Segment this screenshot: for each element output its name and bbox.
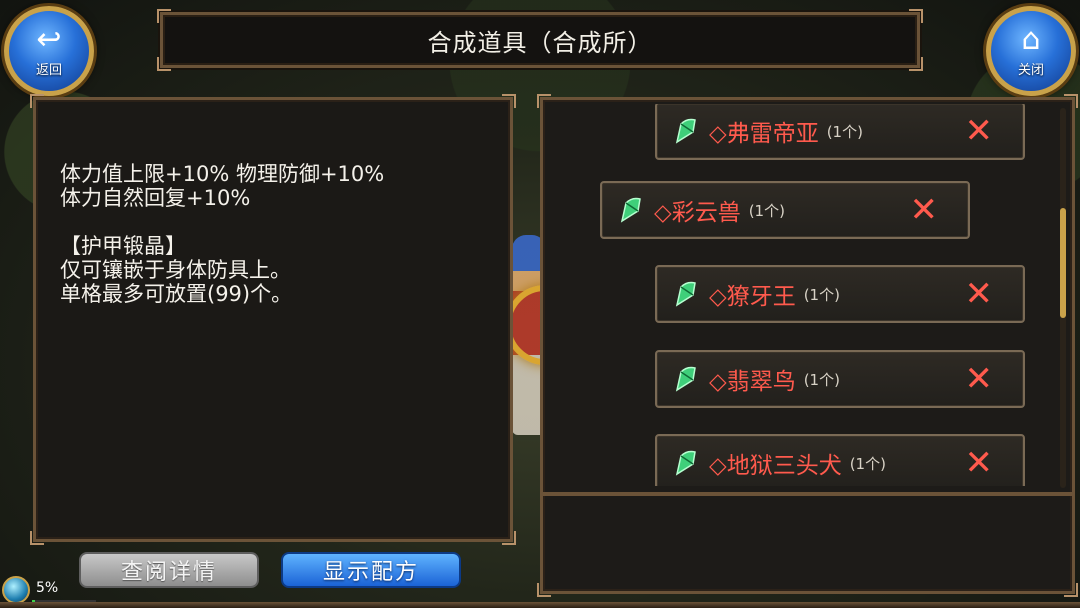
scroll-thumb[interactable] <box>1060 208 1066 318</box>
title-bar: 合成道具（合成所） <box>157 9 923 71</box>
close-label: 关闭 <box>1017 62 1044 78</box>
materials-panel: ◇弗雷帝亚 (1个) ✕ ◇彩云兽 (1个) ✕ ◇獠牙王 (1个) ✕ ◇翡翠… <box>537 94 1078 597</box>
show-recipe-button[interactable]: 显示配方 <box>281 552 461 588</box>
bottom-trim <box>0 602 1080 608</box>
item-name: ◇獠牙王 <box>709 284 796 310</box>
list-item[interactable]: ◇獠牙王 (1个) ✕ <box>655 265 1025 323</box>
item-qty: (1个) <box>849 454 886 473</box>
item-description: 体力值上限+10% 物理防御+10% 体力自然回复+10% 【护甲锻晶】 仅可镶… <box>60 162 385 306</box>
green-gem-icon <box>620 197 641 223</box>
item-name: ◇彩云兽 <box>654 200 741 226</box>
list-item[interactable]: ◇彩云兽 (1个) ✕ <box>600 181 970 239</box>
green-gem-icon <box>675 366 696 392</box>
x-icon[interactable]: ✕ <box>965 277 994 311</box>
back-button[interactable]: ↩ 返回 <box>4 6 94 96</box>
page-title: 合成道具（合成所） <box>427 28 653 57</box>
x-icon[interactable]: ✕ <box>965 362 994 396</box>
view-details-button[interactable]: 查阅详情 <box>79 552 259 588</box>
list-item[interactable]: ◇翡翠鸟 (1个) ✕ <box>655 350 1025 408</box>
green-gem-icon <box>675 118 696 144</box>
green-gem-icon <box>675 450 696 476</box>
orb-icon <box>2 576 30 604</box>
list-item[interactable]: ◇地狱三头犬 (1个) ✕ <box>655 434 1025 486</box>
green-gem-icon <box>675 281 696 307</box>
back-label: 返回 <box>35 62 62 78</box>
home-icon: ⌂ <box>1021 21 1041 57</box>
item-qty: (1个) <box>803 285 840 304</box>
item-qty: (1个) <box>826 122 863 141</box>
x-icon[interactable]: ✕ <box>910 193 939 227</box>
panel-divider <box>543 492 1072 496</box>
item-qty: (1个) <box>803 370 840 389</box>
item-qty: (1个) <box>748 201 785 220</box>
close-button[interactable]: ⌂ 关闭 <box>986 6 1076 96</box>
item-name: ◇翡翠鸟 <box>709 369 796 395</box>
item-name: ◇地狱三头犬 <box>709 453 842 479</box>
status-percent: 5% <box>36 580 59 596</box>
materials-list[interactable]: ◇弗雷帝亚 (1个) ✕ ◇彩云兽 (1个) ✕ ◇獠牙王 (1个) ✕ ◇翡翠… <box>551 104 1056 486</box>
x-icon[interactable]: ✕ <box>965 446 994 480</box>
item-name: ◇弗雷帝亚 <box>709 121 819 147</box>
list-item[interactable]: ◇弗雷帝亚 (1个) ✕ <box>655 104 1025 160</box>
x-icon[interactable]: ✕ <box>965 114 994 148</box>
list-scrollbar[interactable] <box>1060 108 1066 488</box>
description-panel: 体力值上限+10% 物理防御+10% 体力自然回复+10% 【护甲锻晶】 仅可镶… <box>30 94 516 545</box>
return-arrow-icon: ↩ <box>36 21 62 57</box>
